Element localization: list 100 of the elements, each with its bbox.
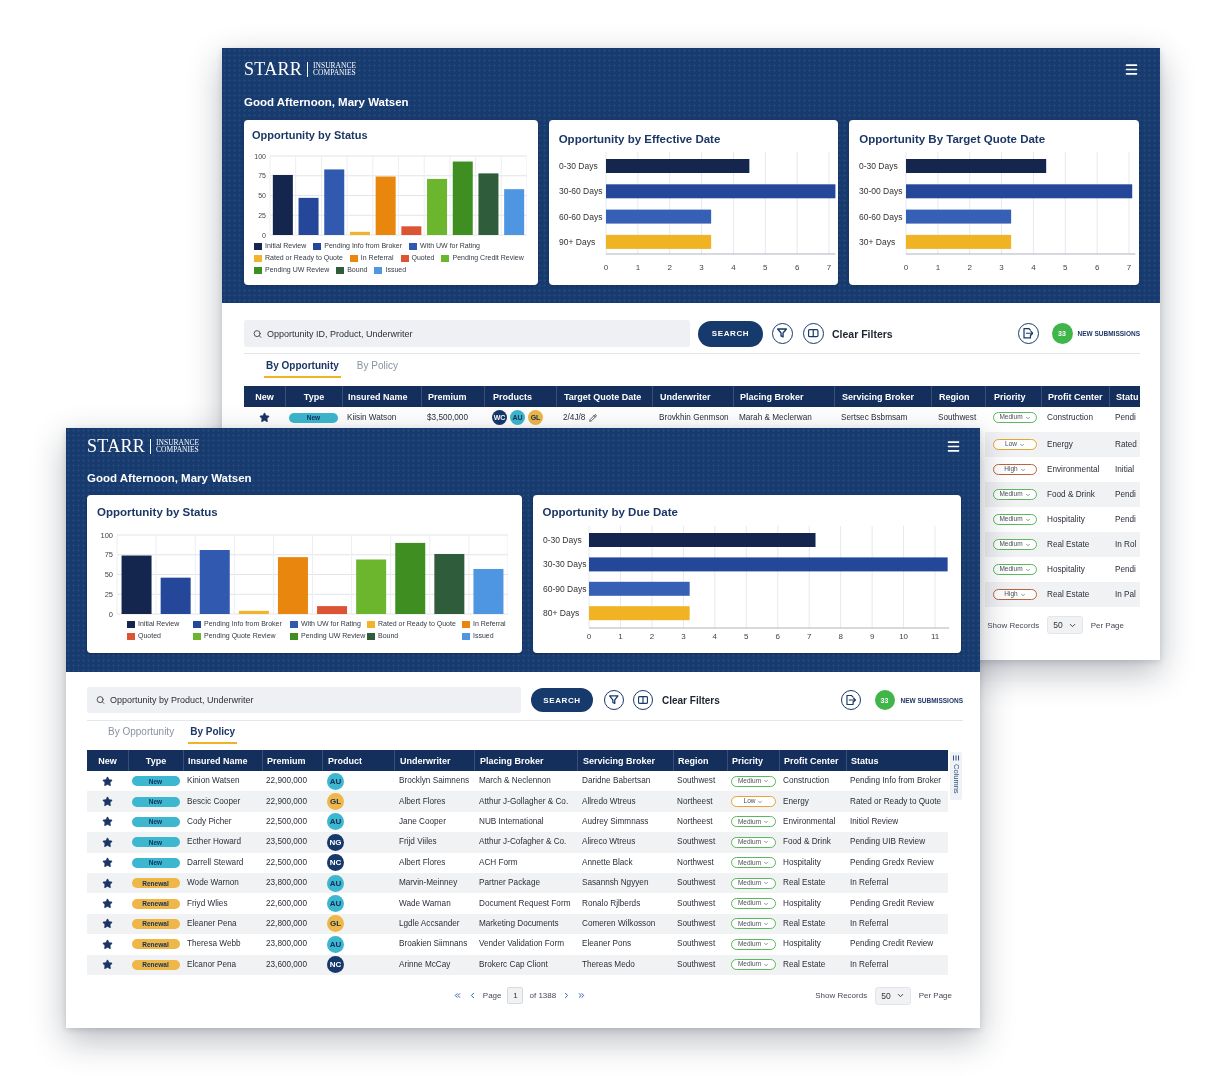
profit-center-name: Energy — [783, 796, 809, 807]
star-icon[interactable] — [102, 898, 113, 910]
premium-amount: 22,500,000 — [266, 816, 307, 827]
axis-tick-label: 6 — [1095, 263, 1100, 272]
axis-category-label: 0-30 Days — [558, 161, 598, 171]
status-text: Pending Gredit Review — [850, 898, 934, 909]
records-per-page-select[interactable]: 50 — [1047, 616, 1083, 634]
axis-tick-label: 1 — [617, 632, 623, 641]
tab[interactable]: By Policy — [188, 721, 238, 744]
chart-title: Opportunity by Effective Date — [558, 133, 721, 146]
region-name: Northeest — [677, 796, 713, 807]
funnel-icon[interactable] — [609, 695, 619, 705]
underwriter-name: Albert Flores — [399, 857, 446, 868]
search-field[interactable]: Opportunity by Product, Underwriter — [87, 687, 521, 713]
export-button[interactable] — [840, 690, 861, 710]
logo-wordmark: STARR — [244, 60, 303, 78]
chevron-down-icon — [1018, 441, 1025, 448]
records-per-page-select[interactable]: 50 — [875, 986, 911, 1005]
filter-button[interactable] — [604, 690, 624, 710]
search-field[interactable]: Opportunity ID, Product, Underwriter — [244, 320, 690, 347]
axis-tick-label: 0 — [904, 263, 909, 272]
insured-name: Theresa Webb — [187, 939, 241, 950]
axis-category-label: 30-30 Days — [542, 559, 586, 570]
status-text: Pendi — [1115, 514, 1136, 525]
status-text: Pendi — [1115, 412, 1136, 423]
region-name: Southwest — [938, 412, 977, 423]
column-header: Profit Center — [1048, 391, 1103, 402]
star-icon[interactable] — [102, 938, 113, 950]
filter-button[interactable] — [772, 323, 793, 344]
status-text: Pending Info from Broker — [850, 776, 942, 787]
chevron-down-icon — [763, 920, 770, 927]
pencil-icon[interactable] — [589, 413, 598, 422]
profit-center-name: Real Estate — [1047, 539, 1090, 550]
search-button[interactable]: SEARCH — [698, 320, 763, 347]
axis-tick-label: 4 — [1031, 263, 1036, 272]
insured-name: Elcanor Pena — [187, 959, 237, 970]
quote-date: 2/4J/8 — [563, 412, 586, 423]
status-text: In Pal — [1115, 589, 1136, 600]
star-icon[interactable] — [102, 877, 113, 889]
product-code-badge: NC — [327, 956, 344, 974]
column-header: Servicing Broker — [583, 755, 656, 766]
axis-category-label: 80+ Days — [542, 608, 579, 619]
clear-filters-button[interactable]: Clear Filters — [662, 694, 720, 706]
star-icon[interactable] — [259, 412, 270, 423]
chart-title: Opportunity by Status — [252, 129, 368, 141]
axis-category-label: 0-30 Days — [542, 535, 582, 545]
star-icon[interactable] — [102, 836, 113, 848]
star-icon[interactable] — [102, 816, 113, 828]
profit-center-name: Environmental — [783, 816, 836, 827]
first-page-icon[interactable] — [452, 991, 462, 1001]
axis-category-label: 30-60 Days — [558, 186, 603, 197]
logo-wordmark: STARR — [87, 437, 146, 455]
column-header: New — [98, 755, 117, 766]
tab[interactable]: By Opportunity — [264, 354, 341, 378]
product-code-badge: NG — [327, 833, 344, 851]
star-icon[interactable] — [102, 775, 113, 787]
menu-icon[interactable] — [1124, 61, 1139, 77]
lines-icon[interactable] — [953, 755, 959, 761]
menu-icon[interactable] — [946, 438, 961, 454]
star-icon[interactable] — [102, 959, 113, 971]
status-text: Rated — [1115, 439, 1137, 450]
funnel-icon[interactable] — [777, 328, 788, 339]
page-label: Page — [482, 991, 502, 1001]
underwriter-name: Brovkhin Genmson — [659, 412, 729, 423]
document-arrow-icon[interactable] — [845, 695, 856, 705]
chevron-down-icon — [763, 818, 770, 825]
status-text: Pending UIB Review — [850, 837, 926, 848]
columns-icon[interactable] — [808, 329, 819, 338]
insured-name: Wode Warnon — [187, 878, 239, 889]
document-arrow-icon[interactable] — [1022, 328, 1034, 339]
columns-button[interactable] — [803, 323, 824, 344]
column-header: Insured Name — [188, 755, 248, 766]
export-button[interactable] — [1017, 323, 1039, 344]
axis-tick-label: 0 — [586, 632, 591, 641]
servicing-broker-name: Annette Black — [582, 857, 633, 868]
status-text: Pending Gredx Review — [850, 857, 934, 868]
status-text: Initial — [1115, 464, 1135, 475]
clear-filters-button[interactable]: Clear Filters — [832, 327, 893, 340]
profit-center-name: Real Estate — [783, 959, 826, 970]
profit-center-name: Real Estate — [783, 878, 826, 889]
column-header: Servicing Broker — [842, 391, 915, 402]
search-button[interactable]: SEARCH — [531, 688, 593, 712]
star-icon[interactable] — [102, 918, 113, 930]
servicing-broker-name: Audrey Simmnass — [582, 816, 649, 827]
axis-tick-label: 4 — [730, 263, 736, 272]
chevron-down-icon — [1024, 414, 1031, 421]
columns-icon[interactable] — [638, 696, 648, 704]
page-number-field[interactable]: 1 — [507, 987, 524, 1005]
underwriter-name: Brocklyn Saimnens — [399, 776, 470, 787]
axis-tick-label: 1 — [936, 263, 941, 272]
show-records-label: Show Records — [815, 991, 868, 1001]
axis-tick-label: 2 — [967, 263, 973, 272]
last-page-icon[interactable] — [577, 991, 587, 1001]
column-header: Underwriter — [660, 391, 711, 402]
servicing-broker-name: Thereas Medo — [582, 959, 635, 970]
axis-category-label: 0-30 Days — [859, 161, 899, 171]
star-icon[interactable] — [102, 796, 113, 808]
columns-button[interactable] — [633, 690, 653, 710]
profit-center-name: Hospitality — [1047, 514, 1085, 525]
star-icon[interactable] — [102, 857, 113, 869]
